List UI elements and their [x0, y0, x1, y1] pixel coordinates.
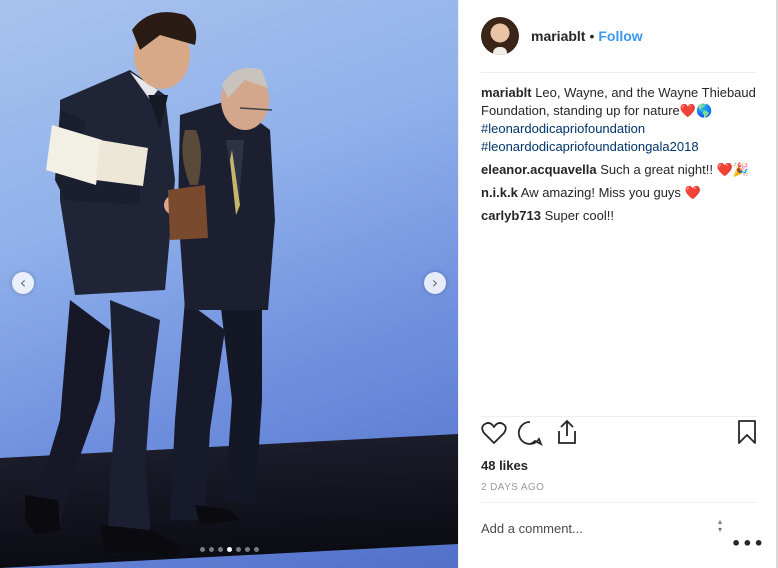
comment-bubble-icon[interactable] — [517, 420, 543, 446]
carousel-dot — [253, 547, 259, 552]
carousel-dot — [208, 547, 214, 552]
hashtag-link[interactable]: #leonardodicapriofoundation — [481, 121, 645, 136]
carousel-dot — [217, 547, 223, 552]
post-sidebar: mariablt • Follow mariablt Leo, Wayne, a… — [458, 0, 777, 568]
likes-count[interactable]: 48 likes — [481, 458, 528, 473]
header-username[interactable]: mariablt — [531, 28, 585, 44]
follow-button[interactable]: Follow — [598, 28, 642, 44]
post-header: mariablt • Follow — [481, 16, 757, 56]
comment-text: Aw amazing! Miss you guys ❤️ — [520, 185, 701, 200]
bookmark-icon[interactable] — [737, 419, 757, 445]
more-options-icon[interactable]: ••• — [731, 534, 765, 553]
carousel-dot-active — [226, 547, 232, 552]
header-separator: • — [589, 28, 595, 44]
post-timestamp[interactable]: 2 DAYS AGO — [481, 482, 544, 493]
comment-username[interactable]: n.i.k.k — [481, 185, 518, 200]
chevron-down-icon[interactable]: ▾ — [715, 526, 725, 534]
post-photo[interactable]: ‹ › — [0, 0, 458, 568]
comment-username[interactable]: eleanor.acquavella — [481, 162, 597, 177]
carousel-dot — [244, 547, 250, 552]
comment-item: carlyb713 Super cool!! — [481, 207, 757, 225]
carousel-dots — [0, 547, 458, 552]
carousel-prev-button[interactable]: ‹ — [12, 272, 34, 294]
comment-item: eleanor.acquavella Such a great night!! … — [481, 161, 757, 179]
caption-emoji: ❤️🌎 — [679, 103, 713, 118]
photo-person-right — [168, 67, 275, 525]
avatar[interactable] — [481, 17, 519, 55]
caption-username[interactable]: mariablt — [481, 85, 532, 100]
add-comment-input[interactable] — [481, 518, 711, 538]
input-stepper[interactable]: ▴ ▾ — [715, 518, 725, 534]
carousel-next-button[interactable]: › — [424, 272, 446, 294]
heart-icon[interactable] — [481, 421, 507, 445]
comments-list: mariablt Leo, Wayne, and the Wayne Thieb… — [481, 84, 757, 230]
comment-item: n.i.k.k Aw amazing! Miss you guys ❤️ — [481, 184, 757, 202]
share-icon[interactable] — [555, 419, 579, 445]
hashtag-link[interactable]: #leonardodicapriofoundationgala2018 — [481, 139, 699, 154]
comment-text: Super cool!! — [544, 208, 614, 223]
divider — [481, 72, 757, 73]
comment-username[interactable]: carlyb713 — [481, 208, 541, 223]
action-bar — [481, 416, 757, 447]
comment-text: Such a great night!! ❤️🎉 — [600, 162, 749, 177]
carousel-dot — [199, 547, 205, 552]
divider — [481, 502, 757, 503]
carousel-dot — [235, 547, 241, 552]
caption: mariablt Leo, Wayne, and the Wayne Thieb… — [481, 84, 757, 156]
